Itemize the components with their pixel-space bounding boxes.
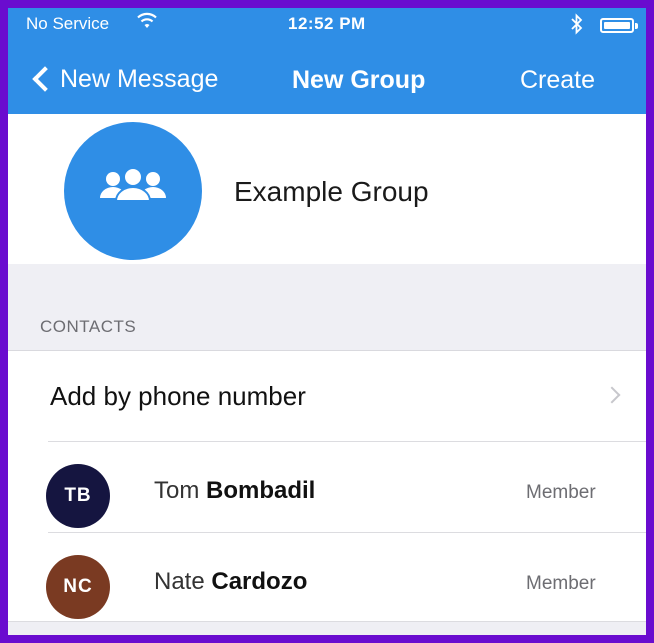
phone-screen: No Service 12:52 PM New Message New Grou…	[8, 8, 646, 635]
back-button[interactable]: New Message	[30, 62, 218, 96]
contact-first-name: Tom	[154, 477, 200, 504]
battery-icon	[600, 18, 638, 33]
group-header: Example Group	[8, 114, 646, 264]
contacts-section-header: CONTACTS	[40, 317, 137, 336]
group-people-icon	[100, 167, 166, 202]
member-badge: Member	[526, 573, 596, 594]
add-by-phone-label: Add by phone number	[50, 381, 306, 411]
add-by-phone-row[interactable]: Add by phone number	[8, 351, 646, 441]
chevron-right-icon	[603, 386, 621, 404]
member-badge: Member	[526, 482, 596, 503]
bluetooth-icon	[570, 13, 584, 40]
back-button-label: New Message	[60, 64, 219, 93]
contact-row-nate-cardozo[interactable]: NC Nate Cardozo Member	[8, 533, 646, 623]
contact-name: Nate Cardozo	[154, 568, 307, 596]
navigation-bar: New Message New Group Create	[8, 44, 646, 114]
status-bar: No Service 12:52 PM	[8, 8, 646, 44]
contact-last-name: Cardozo	[211, 568, 308, 595]
contact-last-name: Bombadil	[206, 477, 316, 504]
contact-row-tom-bombadil[interactable]: TB Tom Bombadil Member	[8, 442, 646, 532]
contact-name: Tom Bombadil	[154, 477, 315, 505]
group-avatar[interactable]	[64, 122, 202, 260]
carrier-label: No Service	[26, 14, 110, 33]
page-title: New Group	[292, 66, 426, 94]
chevron-left-icon	[32, 66, 58, 92]
contact-first-name: Nate	[154, 568, 205, 595]
avatar: TB	[46, 464, 110, 528]
list-footer	[8, 621, 646, 635]
create-button[interactable]: Create	[520, 66, 595, 95]
wifi-icon	[136, 11, 158, 36]
clock: 12:52 PM	[288, 14, 366, 33]
group-name-field[interactable]: Example Group	[234, 176, 429, 208]
avatar: NC	[46, 555, 110, 619]
section-spacer: CONTACTS	[8, 264, 646, 351]
